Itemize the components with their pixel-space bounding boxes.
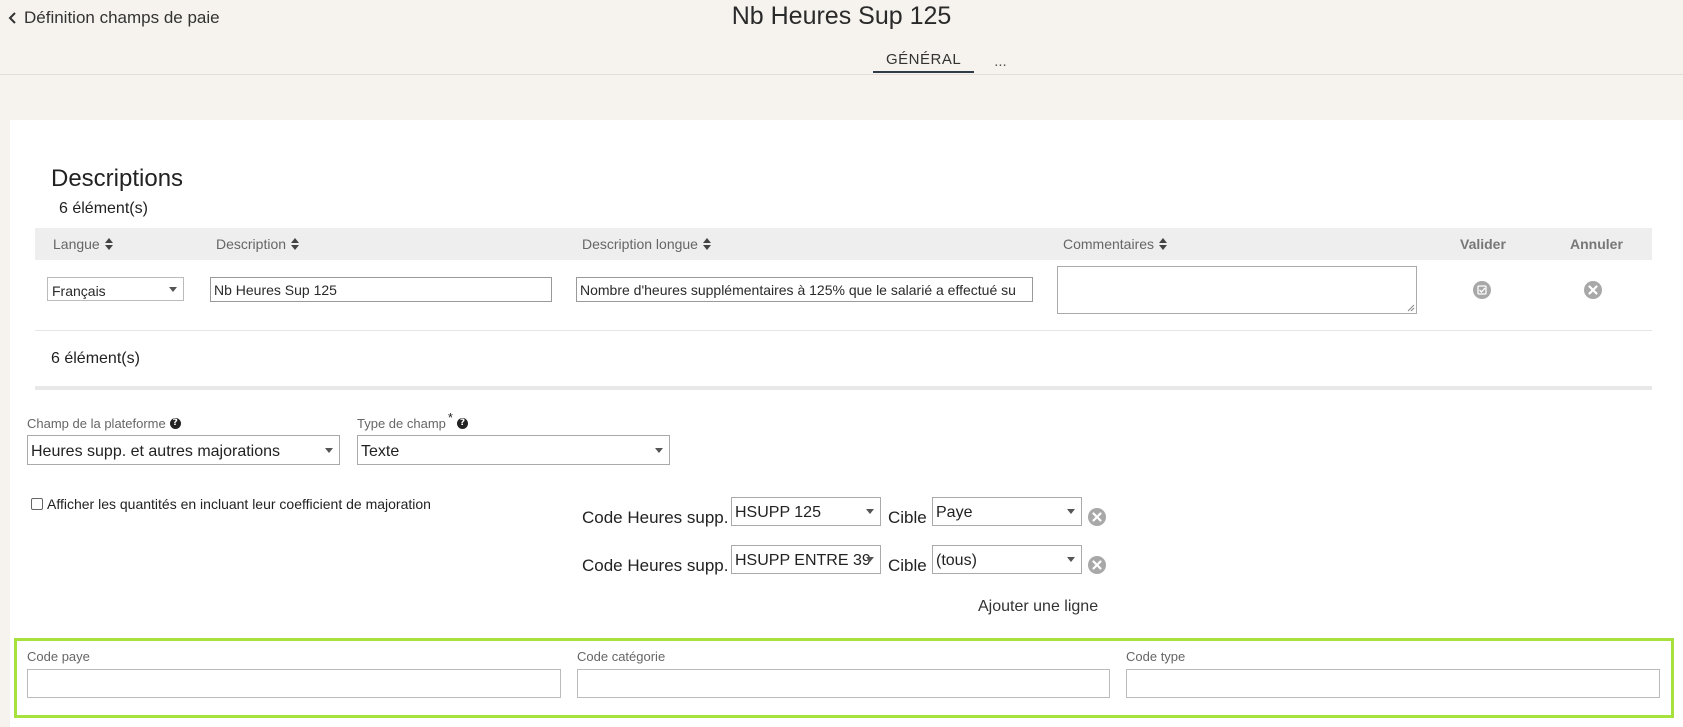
sort-icon — [291, 238, 300, 250]
add-line-button[interactable]: Ajouter une ligne — [978, 598, 1098, 616]
caret-down-icon — [169, 287, 177, 292]
caret-down-icon — [325, 448, 333, 453]
help-icon[interactable]: ? — [169, 418, 181, 429]
caret-down-icon — [1067, 557, 1075, 562]
cancel-icon[interactable] — [1584, 281, 1602, 299]
descriptions-table-header: Langue Description Description longue Co… — [35, 228, 1652, 260]
code-heures-supp-label: Code Heures supp. — [582, 508, 729, 527]
langue-select-value: Français — [52, 283, 106, 299]
remove-row-icon[interactable] — [1088, 508, 1106, 526]
column-description-label: Description — [216, 236, 287, 252]
majoration-checkbox-row[interactable]: Afficher les quantités en incluant leur … — [31, 496, 431, 512]
code-heures-supp-value: HSUPP 125 — [735, 504, 821, 521]
item-count-top: 6 élément(s) — [59, 200, 148, 217]
resize-grip-icon[interactable] — [1407, 304, 1415, 312]
cible-select[interactable]: Paye — [932, 497, 1082, 526]
caret-down-icon — [866, 557, 874, 562]
tab-bar: GÉNÉRAL ... — [873, 51, 1007, 73]
cible-value: Paye — [936, 504, 973, 521]
caret-down-icon — [866, 509, 874, 514]
type-champ-label: Type de champ — [357, 416, 446, 431]
tab-general[interactable]: GÉNÉRAL — [873, 51, 975, 73]
champ-plateforme-select[interactable]: Heures supp. et autres majorations — [27, 435, 340, 465]
save-icon[interactable] — [1473, 281, 1491, 299]
column-langue[interactable]: Langue — [53, 236, 113, 252]
column-commentaires[interactable]: Commentaires — [1063, 236, 1168, 252]
code-heures-supp-select[interactable]: HSUPP 125 — [731, 497, 881, 526]
sort-icon — [104, 238, 113, 250]
sort-icon — [1159, 238, 1168, 250]
type-champ-value: Texte — [361, 443, 400, 460]
cible-select[interactable]: (tous) — [932, 545, 1082, 574]
page-title: Nb Heures Sup 125 — [731, 2, 952, 30]
code-paye-label: Code paye — [27, 649, 90, 664]
descriptions-heading: Descriptions — [51, 165, 184, 192]
column-description-longue[interactable]: Description longue — [582, 236, 711, 252]
top-bar: Définition champs de paie Nb Heures Sup … — [0, 0, 1683, 75]
required-marker: * — [447, 410, 453, 425]
tab-more[interactable]: ... — [994, 51, 1007, 73]
help-icon[interactable]: ? — [456, 418, 468, 429]
sort-icon — [702, 238, 711, 250]
description-longue-input[interactable]: Nombre d'heures supplémentaires à 125% q… — [576, 277, 1033, 302]
code-heures-supp-label: Code Heures supp. — [582, 556, 729, 575]
code-type-input[interactable] — [1126, 669, 1660, 698]
cible-value: (tous) — [936, 552, 977, 569]
majoration-checkbox[interactable] — [31, 498, 43, 510]
code-paye-input[interactable] — [27, 669, 561, 698]
column-commentaires-label: Commentaires — [1063, 236, 1155, 252]
commentaires-textarea[interactable] — [1057, 266, 1417, 314]
column-langue-label: Langue — [53, 236, 100, 252]
type-champ-select[interactable]: Texte — [357, 435, 670, 465]
description-input[interactable]: Nb Heures Sup 125 — [210, 277, 552, 302]
cible-label: Cible — [888, 508, 927, 527]
champ-plateforme-label-group: Champ de la plateforme ? — [27, 416, 181, 431]
cible-label: Cible — [888, 556, 927, 575]
code-type-label: Code type — [1126, 649, 1186, 664]
code-categorie-input[interactable] — [577, 669, 1110, 698]
column-valider: Valider — [1460, 236, 1506, 252]
section-divider — [35, 386, 1652, 390]
table-row: Français Nb Heures Sup 125 Nombre d'heur… — [35, 260, 1652, 331]
langue-select[interactable]: Français — [47, 277, 184, 301]
code-categorie-label: Code catégorie — [577, 649, 666, 664]
majoration-checkbox-label: Afficher les quantités en incluant leur … — [47, 496, 431, 512]
champ-plateforme-label: Champ de la plateforme — [27, 416, 166, 431]
type-champ-label-group: Type de champ * ? — [357, 410, 468, 431]
code-heures-supp-select[interactable]: HSUPP ENTRE 39 — [731, 545, 881, 574]
column-description[interactable]: Description — [216, 236, 300, 252]
caret-down-icon — [655, 448, 663, 453]
caret-down-icon — [1067, 509, 1075, 514]
column-description-longue-label: Description longue — [582, 236, 698, 252]
item-count-bottom: 6 élément(s) — [51, 350, 140, 367]
column-annuler: Annuler — [1570, 236, 1623, 252]
main-card — [10, 120, 1683, 727]
champ-plateforme-value: Heures supp. et autres majorations — [31, 443, 281, 460]
code-heures-supp-value: HSUPP ENTRE 39 — [735, 552, 871, 569]
remove-row-icon[interactable] — [1088, 556, 1106, 574]
